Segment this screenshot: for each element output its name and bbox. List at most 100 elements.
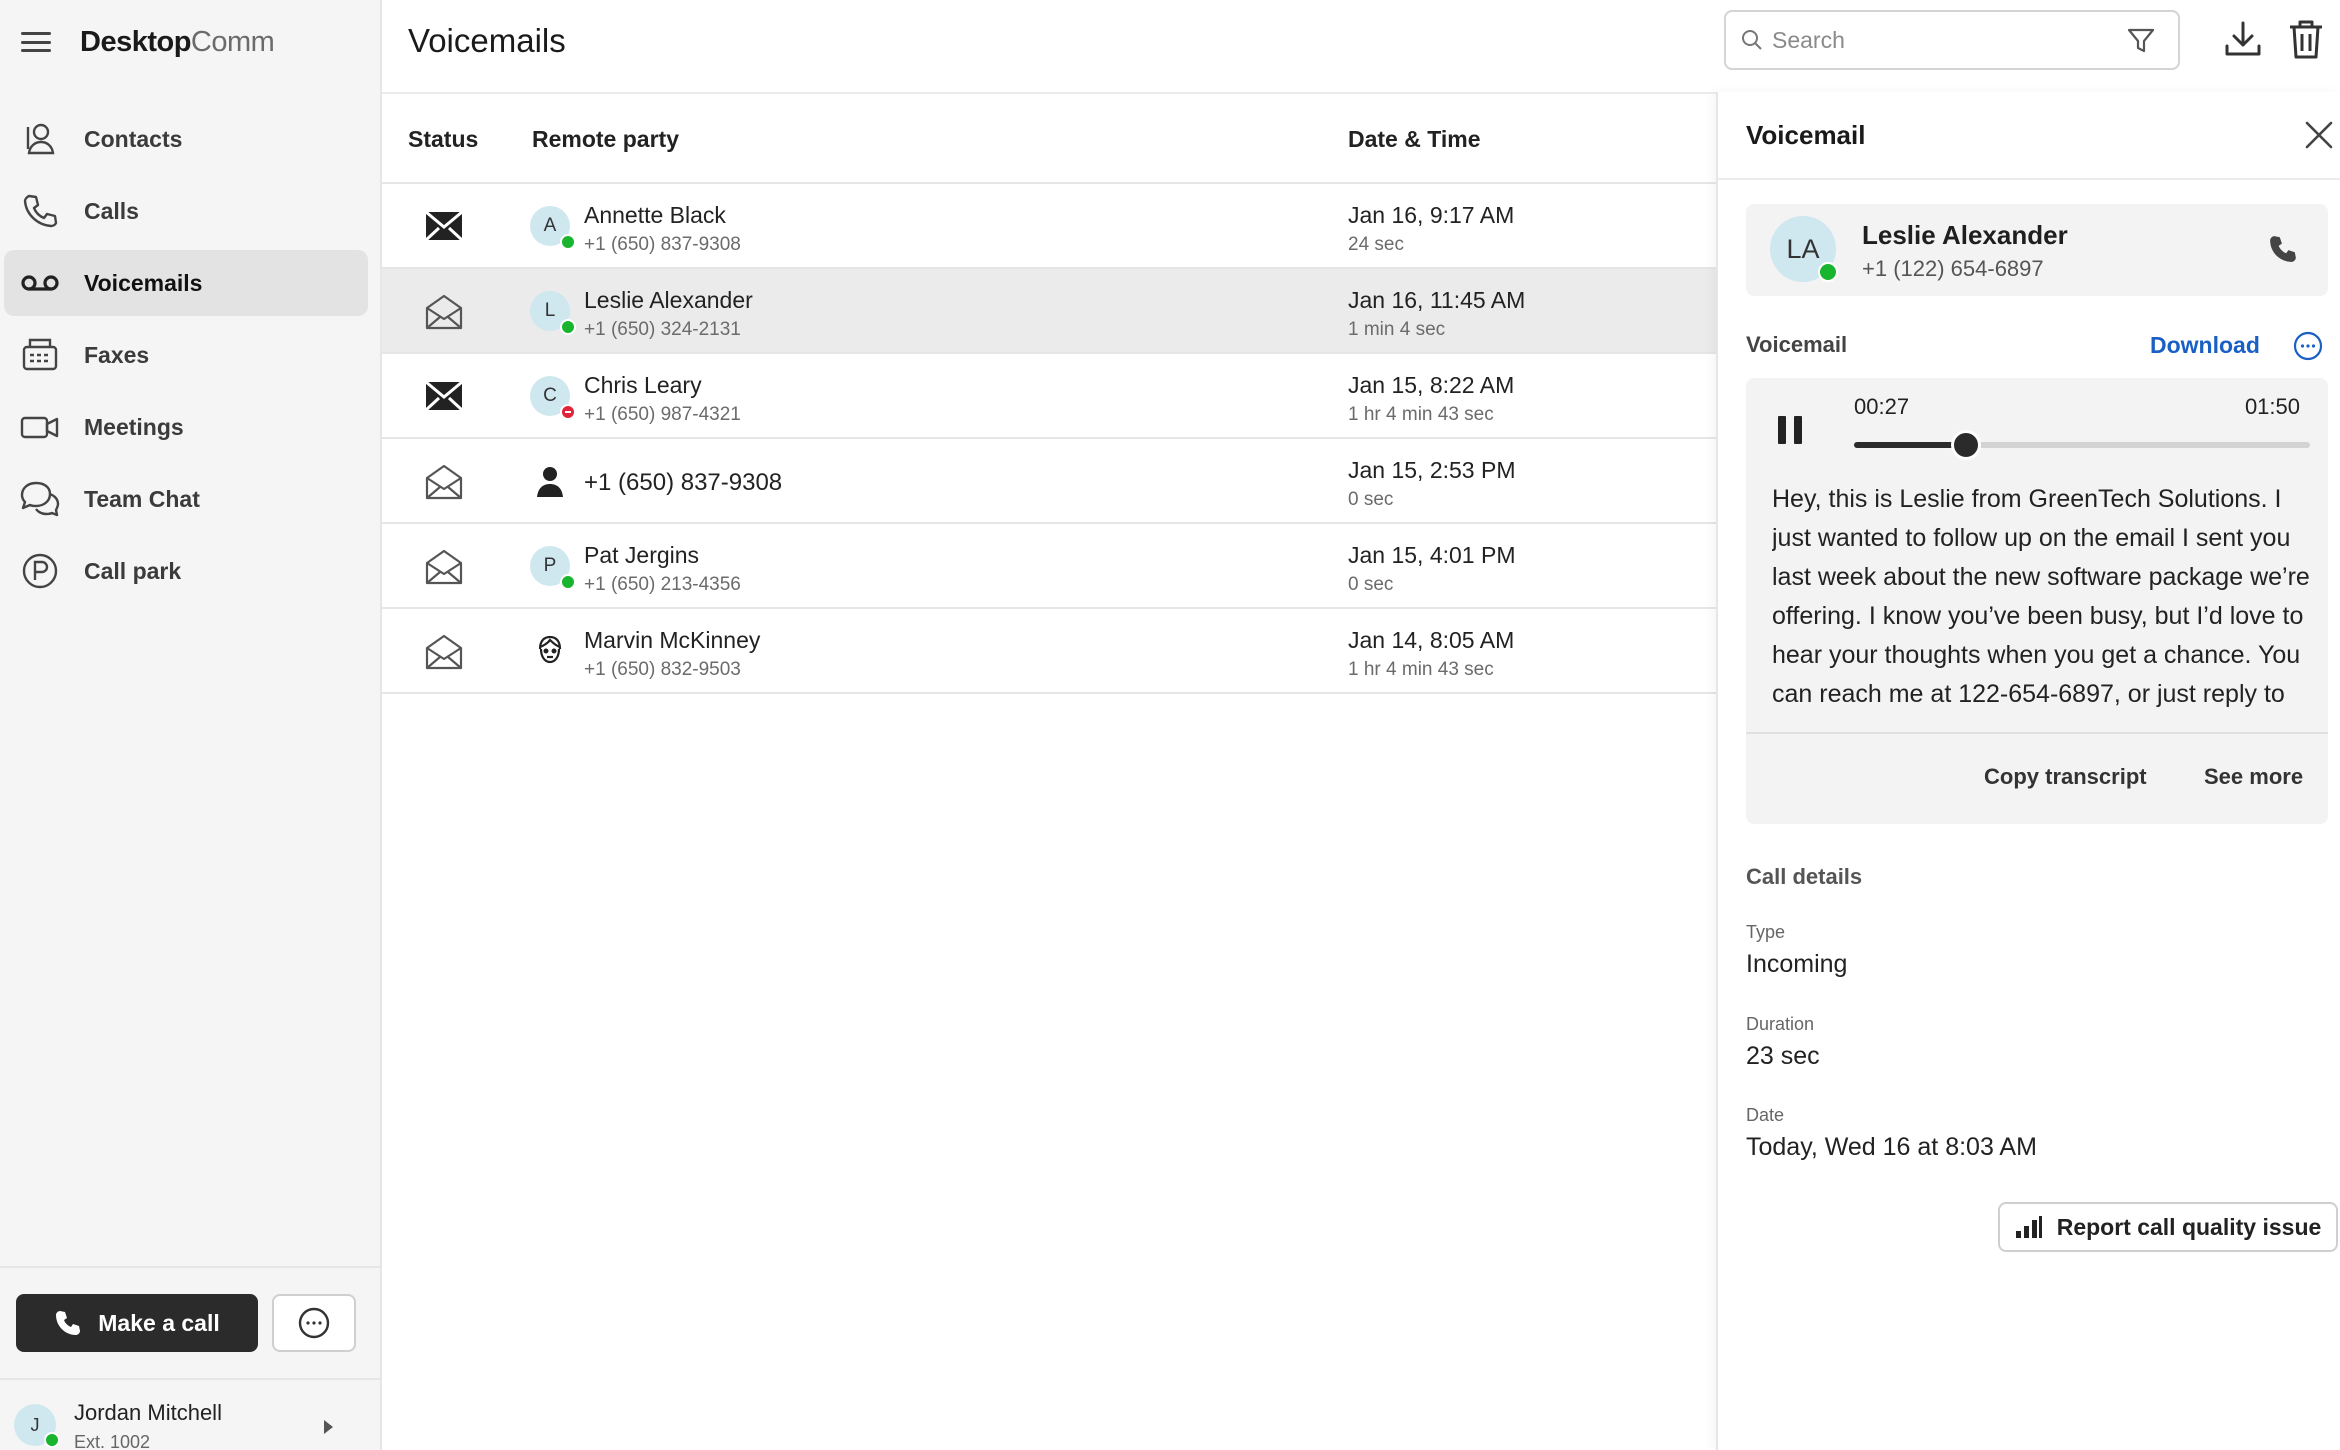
column-header-status[interactable]: Status (408, 126, 478, 153)
search-input[interactable] (1772, 26, 2112, 54)
duration-value: 23 sec (1746, 1042, 1820, 1070)
nav-item-voicemails[interactable]: Voicemails (4, 250, 368, 316)
party-name: Annette Black (584, 202, 726, 228)
table-row-selected[interactable]: L Leslie Alexander +1 (650) 324-2131 Jan… (382, 269, 1718, 354)
type-value: Incoming (1746, 950, 1848, 978)
voicemail-duration: 0 sec (1348, 574, 1394, 595)
user-name: Jordan Mitchell (74, 1400, 222, 1425)
playback-thumb[interactable] (1950, 430, 1981, 460)
current-time: 00:27 (1854, 394, 1910, 419)
presence-available-icon (44, 1432, 60, 1448)
signal-bars-icon (2015, 1216, 2042, 1238)
nav-item-call-park[interactable]: Call park (4, 538, 368, 604)
voicemail-date: Jan 15, 8:22 AM (1348, 372, 1515, 398)
nav-item-faxes[interactable]: Faxes (4, 322, 368, 388)
fax-icon (18, 333, 62, 377)
caret-right-icon[interactable] (324, 1420, 333, 1434)
voicemail-duration: 24 sec (1348, 234, 1404, 255)
party-phone: +1 (650) 987-4321 (584, 404, 741, 425)
nav-item-meetings[interactable]: Meetings (4, 394, 368, 460)
nav-item-contacts[interactable]: Contacts (4, 106, 368, 172)
voicemail-player: 00:27 01:50 Hey, this is Leslie from Gre… (1746, 378, 2328, 824)
voicemail-duration: 1 min 4 sec (1348, 319, 1446, 340)
close-icon[interactable] (2304, 120, 2334, 155)
voicemail-detail-panel: Voicemail LA Leslie Alexander +1 (122) 6… (1716, 92, 2340, 1450)
total-time: 01:50 (2244, 394, 2300, 419)
voicemail-duration: 1 hr 4 min 43 sec (1348, 659, 1494, 680)
nav-label: Voicemails (84, 269, 203, 296)
table-row[interactable]: C Chris Leary +1 (650) 987-4321 Jan 15, … (382, 354, 1718, 439)
search-icon (1742, 30, 1762, 50)
column-header-remote-party[interactable]: Remote party (532, 126, 679, 153)
call-details-title: Call details (1746, 864, 1863, 889)
nav-label: Contacts (84, 125, 183, 152)
nav-label: Meetings (84, 413, 184, 440)
column-header-date-time[interactable]: Date & Time (1348, 126, 1481, 153)
table-row[interactable]: +1 (650) 837-9308 Jan 15, 2:53 PM 0 sec (382, 439, 1718, 524)
report-label: Report call quality issue (2056, 1213, 2322, 1240)
read-envelope-icon (424, 293, 464, 336)
see-more-button[interactable]: See more (2204, 764, 2303, 790)
sidebar: DesktopComm Contacts Calls Voicemails Fa… (0, 0, 382, 1450)
table-row[interactable]: P Pat Jergins +1 (650) 213-4356 Jan 15, … (382, 524, 1718, 609)
report-call-quality-button[interactable]: Report call quality issue (1998, 1202, 2338, 1252)
filter-icon[interactable] (2126, 26, 2156, 61)
voicemail-duration: 0 sec (1348, 489, 1394, 510)
voicemail-date: Jan 14, 8:05 AM (1348, 627, 1515, 653)
download-icon[interactable] (2222, 18, 2264, 65)
voicemail-date: Jan 15, 2:53 PM (1348, 457, 1516, 483)
make-a-call-button[interactable]: Make a call (16, 1294, 258, 1352)
nav-label: Team Chat (84, 485, 200, 512)
party-phone: +1 (650) 832-9503 (584, 659, 741, 680)
download-link[interactable]: Download (2150, 332, 2260, 359)
trash-icon[interactable] (2286, 18, 2326, 65)
contact-phone: +1 (122) 654-6897 (1862, 256, 2044, 281)
table-row[interactable]: Marvin McKinney +1 (650) 832-9503 Jan 14… (382, 609, 1718, 694)
current-user[interactable]: J Jordan Mitchell Ext. 1002 (0, 1378, 380, 1450)
party-phone: +1 (650) 324-2131 (584, 319, 741, 340)
avatar: C (530, 376, 576, 420)
avatar: J (14, 1404, 60, 1448)
read-envelope-icon (424, 633, 464, 676)
nav-label: Faxes (84, 341, 150, 368)
hamburger-menu-icon[interactable] (18, 28, 54, 56)
more-horizontal-icon (298, 1307, 330, 1339)
voicemail-table: Status Remote party Date & Time A Annett… (382, 92, 1718, 1450)
phone-icon[interactable] (2268, 234, 2298, 269)
voicemail-date: Jan 16, 11:45 AM (1348, 287, 1526, 313)
nav-label: Call park (84, 557, 182, 584)
more-horizontal-icon[interactable] (2292, 330, 2324, 367)
sidebar-actions: Make a call (0, 1266, 380, 1376)
duration-label: Duration (1746, 1014, 1815, 1034)
party-phone: +1 (650) 837-9308 (584, 234, 741, 255)
read-envelope-icon (424, 548, 464, 591)
type-label: Type (1746, 922, 1786, 942)
person-icon (530, 461, 570, 501)
video-icon (18, 405, 62, 449)
voicemail-duration: 1 hr 4 min 43 sec (1348, 404, 1494, 425)
brand: DesktopComm (18, 22, 275, 62)
nav-item-calls[interactable]: Calls (4, 178, 368, 244)
playback-slider[interactable] (1854, 430, 2310, 460)
contact-name: Leslie Alexander (1862, 220, 2068, 250)
phone-icon (56, 1311, 81, 1335)
party-name: Chris Leary (584, 372, 702, 398)
nav-menu: Contacts Calls Voicemails Faxes Meetings (4, 106, 368, 610)
app-logo: DesktopComm (80, 25, 275, 58)
more-options-button[interactable] (272, 1294, 356, 1352)
pause-icon[interactable] (1772, 410, 1808, 450)
avatar: LA (1770, 216, 1838, 282)
page-title: Voicemails (408, 22, 566, 59)
voicemail-date: Jan 16, 9:17 AM (1348, 202, 1515, 228)
table-row[interactable]: A Annette Black +1 (650) 837-9308 Jan 16… (382, 184, 1718, 269)
unread-envelope-icon (424, 208, 464, 249)
transcript-text: Hey, this is Leslie from GreenTech Solut… (1772, 485, 2310, 720)
presence-dnd-icon (560, 404, 576, 420)
presence-available-icon (1818, 262, 1838, 282)
read-envelope-icon (424, 463, 464, 506)
voicemail-icon (18, 261, 62, 305)
copy-transcript-button[interactable]: Copy transcript (1984, 764, 2147, 790)
presence-available-icon (560, 234, 576, 250)
nav-item-team-chat[interactable]: Team Chat (4, 466, 368, 532)
party-name: Pat Jergins (584, 542, 700, 568)
